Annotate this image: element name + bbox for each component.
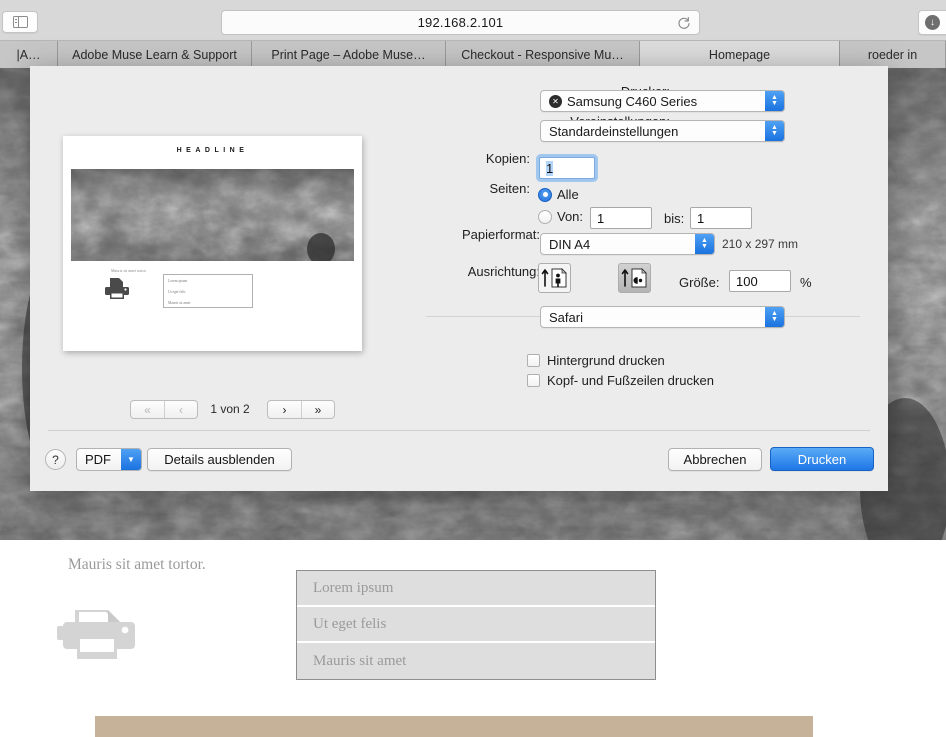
pages-from-label: Von:: [557, 209, 584, 224]
reload-icon[interactable]: [677, 16, 691, 30]
presets-select[interactable]: Standardeinstellungen ▲ ▼: [540, 120, 785, 142]
prev-page-button[interactable]: ‹: [164, 401, 197, 418]
pages-all-label: Alle: [557, 187, 579, 202]
pages-range-radio[interactable]: Von:: [538, 209, 583, 224]
tan-divider-bar: [95, 716, 813, 737]
print-button[interactable]: Drucken: [770, 447, 874, 471]
checkbox-icon: [527, 354, 540, 367]
sidebar-icon: [12, 15, 28, 29]
preview-caption: Mauris sit amet tortor.: [111, 268, 147, 273]
scale-label: Größe:: [679, 275, 720, 290]
presets-value: Standardeinstellungen: [549, 123, 679, 139]
preview-table-row: Mauris sit amet: [168, 301, 191, 306]
chevron-updown-icon: ▲ ▼: [765, 307, 784, 327]
tab-0[interactable]: |A…: [0, 41, 58, 68]
paper-label: Papierformat:: [461, 226, 540, 242]
table-row: Ut eget felis: [297, 607, 655, 643]
tab-homepage[interactable]: Homepage: [640, 41, 840, 68]
page-nav-next-group: › »: [267, 400, 335, 419]
preview-table-row: Lorem ipsum: [168, 278, 188, 283]
tab-1[interactable]: Adobe Muse Learn & Support: [58, 41, 252, 68]
cancel-button[interactable]: Abbrechen: [668, 448, 762, 471]
checkbox-icon: [527, 374, 540, 387]
chevron-updown-icon: ▲ ▼: [765, 91, 784, 111]
help-button[interactable]: ?: [45, 449, 66, 470]
page-count-label: 1 von 2: [210, 402, 250, 416]
pages-from-value: 1: [597, 210, 605, 226]
printer-icon: [57, 610, 135, 659]
app-select[interactable]: Safari ▲ ▼: [540, 306, 785, 328]
last-page-button[interactable]: »: [301, 401, 334, 418]
scale-value: 100: [736, 273, 758, 289]
tab-2[interactable]: Print Page – Adobe Muse…: [252, 41, 446, 68]
paper-value: DIN A4: [549, 236, 591, 252]
dialog-divider: [48, 430, 870, 431]
print-background-checkbox[interactable]: Hintergrund drucken: [527, 353, 665, 368]
url-text: 192.168.2.101: [417, 15, 504, 30]
preview-printer-icon: [105, 278, 129, 299]
print-headers-footers-label: Kopf- und Fußzeilen drucken: [547, 373, 714, 388]
printer-status-icon: ✕: [549, 94, 562, 108]
content-caption: Mauris sit amet tortor.: [68, 556, 206, 573]
hide-details-button[interactable]: Details ausblenden: [147, 448, 292, 471]
tab-5[interactable]: roeder in: [840, 41, 946, 68]
printer-value: Samsung C460 Series: [567, 93, 698, 109]
orientation-portrait-button[interactable]: [538, 263, 571, 293]
screen: Mauris sit amet tortor. Lorem ipsum Ut e…: [0, 0, 946, 737]
printer-select[interactable]: ✕ Samsung C460 Series ▲ ▼: [540, 90, 785, 112]
radio-icon: [538, 209, 552, 224]
copies-label: Kopien:: [485, 150, 530, 166]
url-bar[interactable]: 192.168.2.101: [221, 10, 700, 35]
copies-value: 1: [546, 160, 554, 176]
pages-to-label: bis:: [664, 211, 685, 226]
preview-page-nav: « ‹ 1 von 2 › »: [100, 400, 335, 422]
orientation-label: Ausrichtung:: [467, 263, 540, 279]
orientation-landscape-button[interactable]: [618, 263, 651, 293]
next-page-button[interactable]: ›: [268, 401, 301, 418]
preview-table-row: Ut eget felis: [168, 289, 186, 294]
preview-headline: HEADLINE: [176, 147, 249, 154]
pages-to-input[interactable]: 1: [690, 207, 752, 229]
table-row: Lorem ipsum: [297, 571, 655, 607]
page-nav-prev-group: « ‹: [130, 400, 198, 419]
paper-format-select[interactable]: DIN A4 ▲ ▼: [540, 233, 715, 255]
browser-toolbar: 192.168.2.101 ↓: [0, 0, 946, 41]
app-value: Safari: [549, 309, 583, 325]
scale-unit: %: [800, 275, 812, 290]
copies-input[interactable]: 1: [539, 157, 595, 179]
pages-from-input[interactable]: 1: [590, 207, 652, 229]
tab-3[interactable]: Checkout - Responsive Mu…: [446, 41, 640, 68]
radio-icon: [538, 187, 552, 202]
pages-label: Seiten:: [489, 180, 530, 196]
scale-input[interactable]: 100: [729, 270, 791, 292]
table-row: Mauris sit amet: [297, 643, 655, 679]
first-page-button[interactable]: «: [131, 401, 164, 418]
preview-photo: [71, 169, 354, 261]
downloads-button[interactable]: ↓: [918, 10, 946, 35]
chevron-down-icon: ▼: [121, 449, 141, 470]
pdf-button[interactable]: PDF ▼: [76, 448, 142, 471]
chevron-updown-icon: ▲ ▼: [695, 234, 714, 254]
print-background-label: Hintergrund drucken: [547, 353, 665, 368]
sidebar-toggle-button[interactable]: [2, 11, 38, 33]
pages-to-value: 1: [697, 210, 705, 226]
pdf-label: PDF: [85, 452, 111, 467]
print-preview: HEADLINE Mauris sit amet tortor. Lorem i…: [63, 136, 362, 351]
print-dialog: HEADLINE Mauris sit amet tortor. Lorem i…: [30, 66, 888, 491]
preview-table: Lorem ipsum Ut eget felis Mauris sit ame…: [163, 274, 253, 308]
orientation-landscape-icon: [621, 268, 647, 288]
page-content: Mauris sit amet tortor. Lorem ipsum Ut e…: [0, 540, 946, 737]
lorem-table: Lorem ipsum Ut eget felis Mauris sit ame…: [296, 570, 656, 680]
print-headers-footers-checkbox[interactable]: Kopf- und Fußzeilen drucken: [527, 373, 714, 388]
orientation-portrait-icon: [541, 268, 567, 288]
chevron-updown-icon: ▲ ▼: [765, 121, 784, 141]
download-icon: ↓: [925, 15, 940, 30]
tab-bar: |A… Adobe Muse Learn & Support Print Pag…: [0, 41, 946, 68]
paper-dimensions: 210 x 297 mm: [722, 237, 799, 251]
pages-all-radio[interactable]: Alle: [538, 187, 579, 202]
